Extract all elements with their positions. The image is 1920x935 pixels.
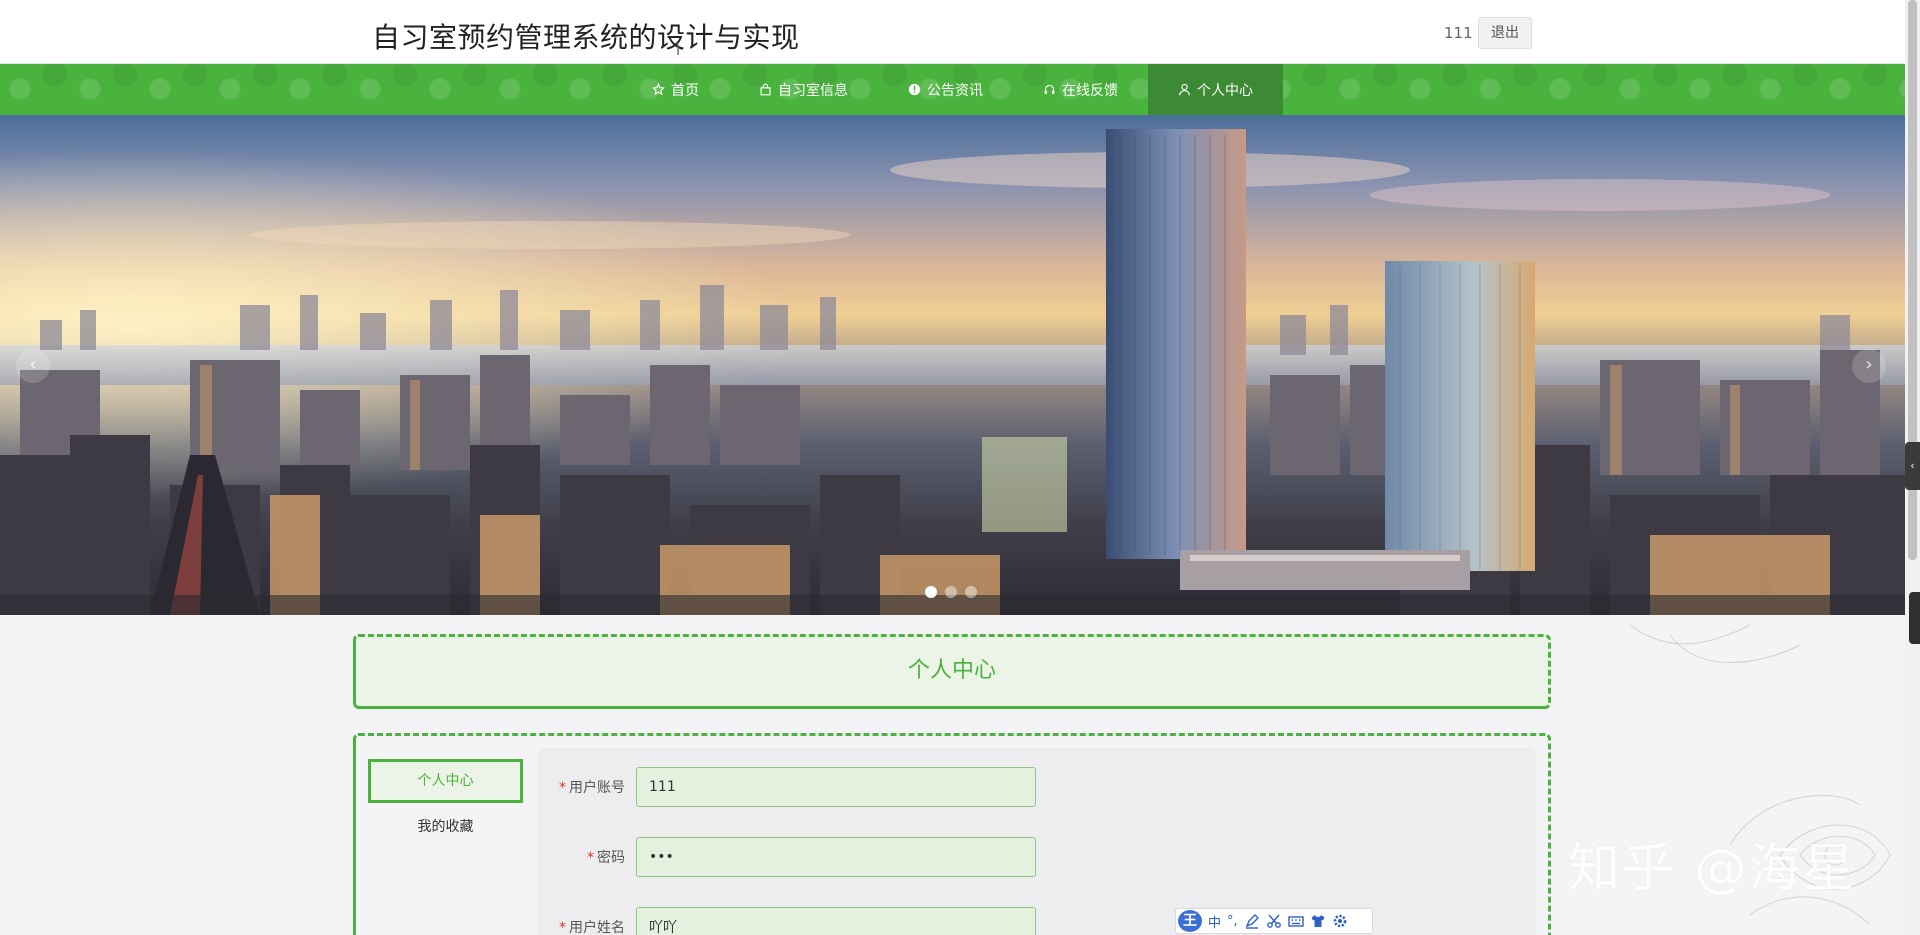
nav-item-profile[interactable]: 个人中心 [1148, 64, 1283, 115]
watermark: 知乎 @海星 [1568, 839, 1857, 899]
carousel-prev-button[interactable]: ‹ [16, 349, 50, 383]
header: 自习室预约管理系统的设计与实现 111 退出 [0, 0, 1905, 64]
nav-label-feedback: 在线反馈 [1062, 82, 1118, 99]
star-icon [652, 83, 665, 96]
nav-label-study-room: 自习室信息 [778, 82, 848, 99]
carousel-indicators [925, 586, 977, 598]
ime-logo[interactable]: 王 [1178, 910, 1202, 932]
page-title: 个人中心 [907, 658, 996, 683]
account-label-text: 用户账号 [569, 780, 625, 796]
username: 111 [1444, 24, 1473, 42]
main-nav: 首页 自习室信息 公告资讯 在线反馈 个人中心 [0, 64, 1905, 115]
nav-item-news[interactable]: 公告资讯 [878, 64, 1013, 115]
nav-items: 首页 自习室信息 公告资讯 在线反馈 个人中心 [0, 64, 1905, 115]
account-input[interactable] [636, 767, 1036, 807]
password-label: * 密码 [540, 847, 625, 867]
headset-icon [1043, 83, 1056, 96]
page-title-box: 个人中心 [353, 634, 1551, 709]
carousel-dot[interactable] [945, 586, 957, 598]
keyboard-icon[interactable] [1287, 913, 1304, 929]
info-icon [908, 83, 921, 96]
text-cursor-icon: I [676, 43, 681, 59]
required-mark: * [587, 850, 594, 866]
sidebar-item-favorites[interactable]: 我的收藏 [368, 815, 523, 839]
account-label: * 用户账号 [540, 777, 625, 797]
name-label: * 用户姓名 [540, 917, 625, 935]
banner-carousel: ‹ › [0, 115, 1905, 615]
city-skyline-image [0, 115, 1905, 615]
scissors-icon[interactable] [1266, 913, 1282, 929]
nav-label-profile: 个人中心 [1197, 82, 1253, 99]
password-input[interactable] [636, 837, 1036, 877]
carousel-dot[interactable] [925, 586, 937, 598]
nav-item-home[interactable]: 首页 [622, 64, 729, 115]
nav-item-feedback[interactable]: 在线反馈 [1013, 64, 1148, 115]
bag-icon [759, 83, 772, 96]
ime-punct-toggle[interactable]: °, [1227, 914, 1238, 929]
shirt-icon[interactable] [1310, 913, 1326, 929]
carousel-next-button[interactable]: › [1852, 349, 1886, 383]
logout-button[interactable]: 退出 [1478, 17, 1532, 49]
nav-label-news: 公告资讯 [927, 82, 983, 99]
carousel-dot[interactable] [965, 586, 977, 598]
pen-icon[interactable] [1244, 913, 1260, 929]
required-mark: * [559, 920, 566, 935]
ime-mode-toggle[interactable]: 中 [1208, 912, 1221, 931]
name-input[interactable] [636, 907, 1036, 935]
sidebar-item-profile[interactable]: 个人中心 [368, 759, 523, 803]
side-collapse-tab[interactable]: ‹ [1905, 442, 1920, 490]
side-grip-handle[interactable] [1909, 592, 1920, 644]
user-icon [1178, 83, 1191, 96]
gear-icon[interactable] [1332, 913, 1348, 929]
site-title: 自习室预约管理系统的设计与实现 [372, 21, 800, 54]
name-label-text: 用户姓名 [569, 920, 625, 935]
nav-label-home: 首页 [671, 82, 699, 99]
ime-toolbar: 王 中 °, [1175, 908, 1373, 934]
nav-item-study-room[interactable]: 自习室信息 [729, 64, 878, 115]
password-label-text: 密码 [597, 850, 625, 866]
required-mark: * [559, 780, 566, 796]
